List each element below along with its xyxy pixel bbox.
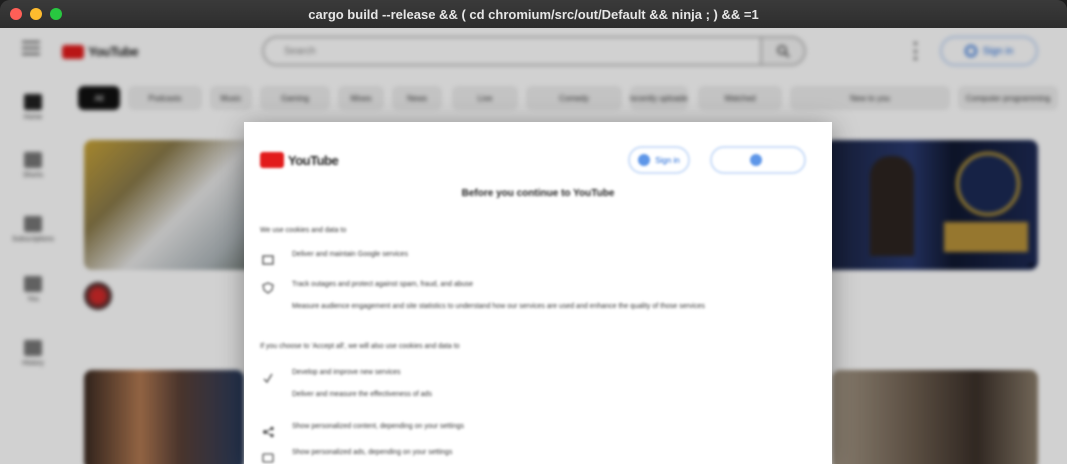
- bullet-text: Show personalized content, depending on …: [292, 423, 465, 430]
- bullet-text: Develop and improve new services: [292, 369, 401, 376]
- youtube-logo-mark: [260, 152, 284, 168]
- minimize-window-button[interactable]: [30, 8, 42, 20]
- dialog-settings-button[interactable]: [710, 146, 806, 174]
- ads-icon: [262, 452, 274, 464]
- sign-in-label: Sign in: [655, 155, 680, 165]
- logo-text: YouTube: [288, 152, 339, 168]
- bullet-text: Deliver and maintain Google services: [292, 251, 408, 258]
- dialog-youtube-logo: YouTube: [260, 152, 339, 168]
- settings-icon: [749, 154, 762, 166]
- dialog-intro: We use cookies and data to: [260, 226, 460, 236]
- dialog-mid-text: If you choose to 'Accept all', we will a…: [260, 343, 460, 350]
- consent-dialog: YouTube Sign in Before you continue to Y…: [244, 122, 832, 464]
- shield-icon: [262, 282, 274, 294]
- browser-window: cargo build --release && ( cd chromium/s…: [0, 0, 1067, 464]
- intro-text: We use cookies and data to: [260, 227, 347, 234]
- share-icon: [262, 426, 274, 438]
- bullet-text: Measure audience engagement and site sta…: [292, 303, 705, 310]
- delivery-icon: [262, 254, 274, 266]
- page-viewport: YouTube Search Sign in Home Shorts Subsc…: [0, 28, 1067, 464]
- dialog-heading: Before you continue to YouTube: [461, 188, 615, 199]
- zoom-window-button[interactable]: [50, 8, 62, 20]
- close-window-button[interactable]: [10, 8, 22, 20]
- window-controls: [10, 8, 62, 20]
- bullet-text: Deliver and measure the effectiveness of…: [292, 391, 432, 398]
- bullet-text: Show personalized ads, depending on your…: [292, 449, 453, 456]
- title-bar: cargo build --release && ( cd chromium/s…: [0, 0, 1067, 28]
- dialog-sign-in-button[interactable]: Sign in: [628, 146, 690, 174]
- window-title: cargo build --release && ( cd chromium/s…: [308, 6, 759, 22]
- check-icon: [262, 372, 274, 384]
- bullet-text: Track outages and protect against spam, …: [292, 281, 474, 288]
- account-icon: [638, 154, 651, 166]
